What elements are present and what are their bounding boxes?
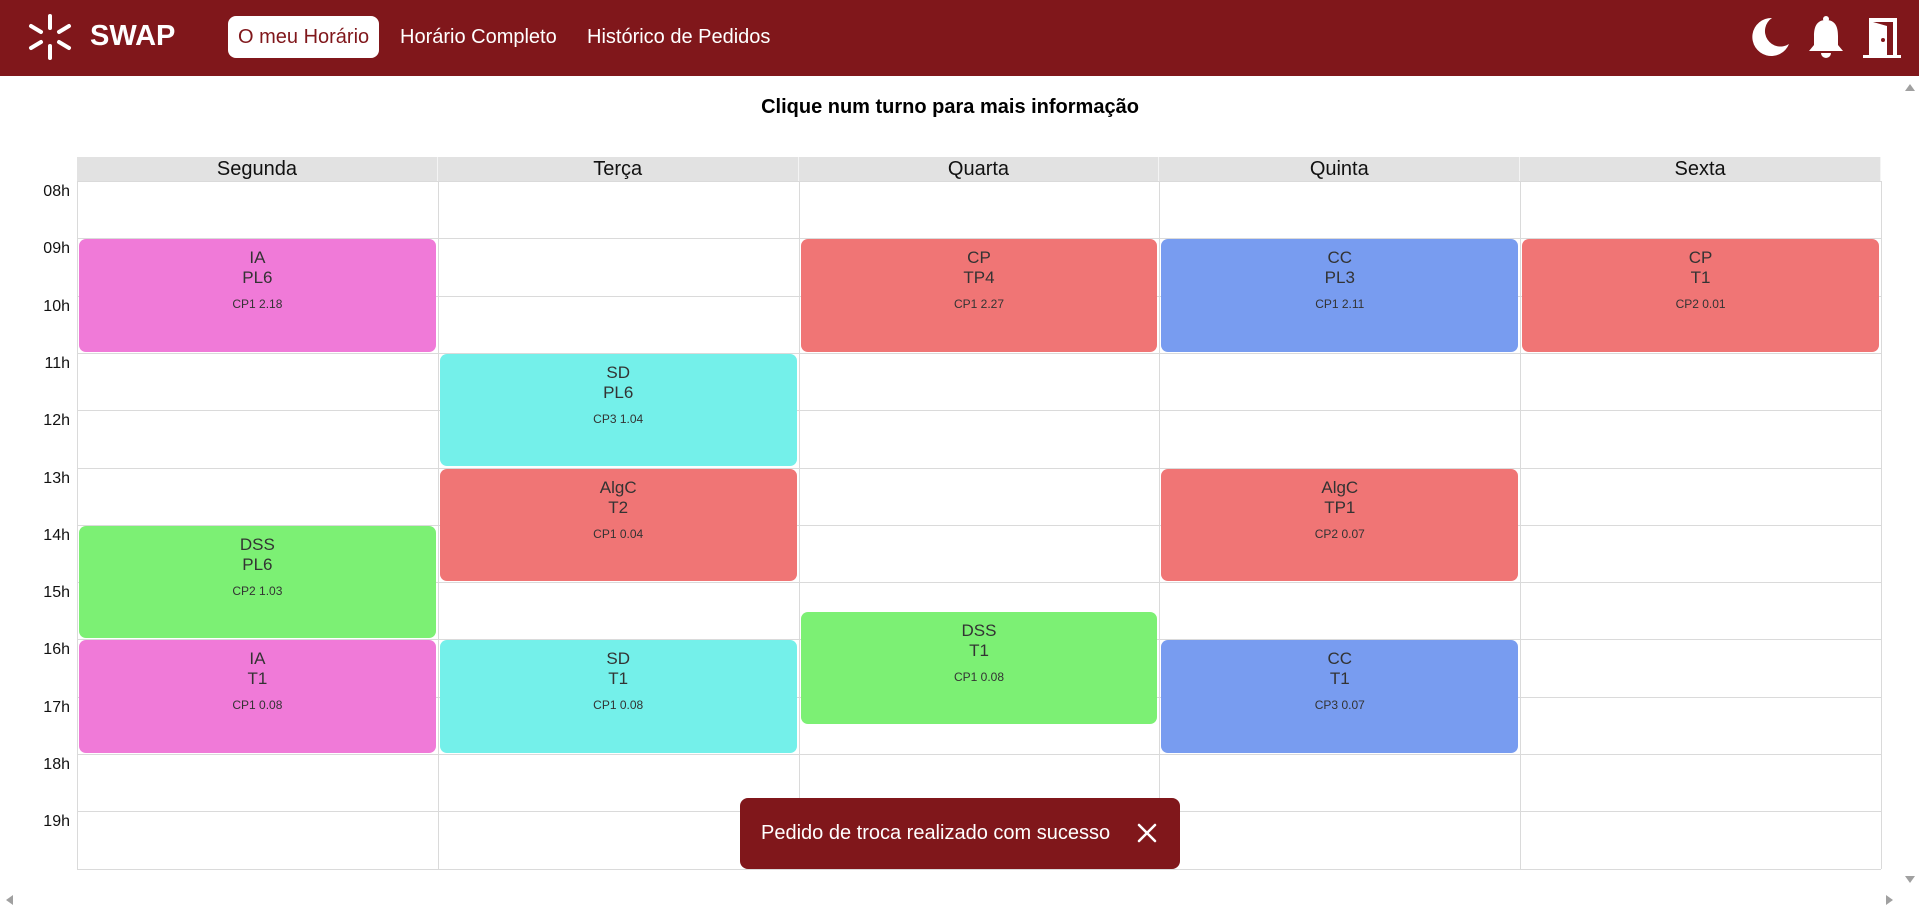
hour-label: 09h <box>43 240 70 258</box>
nav-o-meu-horario[interactable]: O meu Horário <box>228 16 380 58</box>
grid-row-line <box>77 467 1881 469</box>
grid-column-line <box>77 181 78 869</box>
grid-column-line <box>1881 181 1882 869</box>
shift-type: PL6 <box>603 382 634 402</box>
shift-type: T2 <box>608 497 629 517</box>
logo-icon <box>29 14 71 60</box>
shift-type: T1 <box>969 640 989 660</box>
shift-block-dss-pl6[interactable]: DSS PL6 CP2 1.03 <box>79 525 436 639</box>
shift-course: CP <box>967 248 991 268</box>
shift-course: SD <box>606 362 630 382</box>
shift-room: CP2 1.03 <box>232 583 283 598</box>
shift-course: CC <box>1327 649 1353 669</box>
hour-label: 08h <box>43 183 70 200</box>
shift-course: DSS <box>961 620 997 640</box>
shift-room: CP2 0.07 <box>1314 526 1365 541</box>
hour-label: 15h <box>43 584 70 602</box>
shift-block-sd-pl6[interactable]: SD PL6 CP3 1.04 <box>439 353 797 467</box>
shift-type: PL6 <box>242 554 273 574</box>
hour-label: 16h <box>43 641 70 659</box>
grid-row-line <box>77 754 1881 755</box>
scroll-down-arrow-icon[interactable] <box>1904 875 1916 885</box>
shift-type: T1 <box>1690 268 1711 288</box>
shift-room: CP3 0.07 <box>1314 698 1365 713</box>
toast-message: Pedido de troca realizado com sucesso <box>761 822 1111 844</box>
bell-icon[interactable] <box>1803 14 1849 60</box>
shift-type: T1 <box>1329 669 1350 689</box>
top-navbar: SWAP O meu Horário Horário Completo Hist… <box>0 0 1919 76</box>
shift-block-algc-t2[interactable]: AlgC T2 CP1 0.04 <box>439 468 797 582</box>
scroll-right-arrow-icon[interactable] <box>1885 894 1895 906</box>
shift-block-ia-t1[interactable]: IA T1 CP1 0.08 <box>79 640 436 753</box>
grid-row-line <box>77 410 1881 412</box>
shift-room: CP1 2.11 <box>1315 297 1365 312</box>
shift-block-dss-t1[interactable]: DSS T1 CP1 0.08 <box>800 611 1158 725</box>
nav-historico-de-pedidos[interactable]: Histórico de Pedidos <box>577 16 780 58</box>
shift-block-cc-t1[interactable]: CC T1 CP3 0.07 <box>1161 640 1519 753</box>
scroll-up-arrow-icon[interactable] <box>1904 82 1916 92</box>
shift-type: T1 <box>608 669 629 689</box>
grid-column-line <box>437 181 439 869</box>
moon-icon[interactable] <box>1747 14 1793 60</box>
shift-course: IA <box>249 649 266 669</box>
shift-type: PL6 <box>242 268 273 288</box>
day-header-sexta: Sexta <box>1520 157 1881 181</box>
shift-room: CP1 0.08 <box>232 698 283 713</box>
hour-label: 19h <box>43 813 70 831</box>
shift-block-algc-tp1[interactable]: AlgC TP1 CP2 0.07 <box>1161 468 1519 582</box>
grid-column-line <box>1159 181 1161 869</box>
shift-room: CP3 1.04 <box>593 411 644 426</box>
hour-label: 17h <box>43 698 70 716</box>
schedule-grid: Segunda Terça Quarta Quinta Sexta IA PL6 CP1 2.… <box>77 157 1882 870</box>
shift-course: SD <box>606 649 630 669</box>
hour-label: 12h <box>43 412 70 430</box>
shift-type: PL3 <box>1324 268 1355 288</box>
day-header-segunda: Segunda <box>77 157 438 181</box>
shift-type: TP4 <box>963 268 995 288</box>
shift-course: DSS <box>239 534 275 554</box>
nav-horario-completo[interactable]: Horário Completo <box>390 16 567 58</box>
shift-course: CP <box>1688 248 1713 268</box>
hour-label: 13h <box>43 469 70 487</box>
shift-block-ia-pl6[interactable]: IA PL6 CP1 2.18 <box>79 239 436 352</box>
grid-column-line <box>798 181 800 869</box>
shift-course: AlgC <box>599 477 637 497</box>
shift-room: CP1 0.08 <box>953 669 1005 684</box>
shift-type: TP1 <box>1324 497 1356 517</box>
scroll-left-arrow-icon[interactable] <box>4 894 14 906</box>
shift-block-cp-tp4[interactable]: CP TP4 CP1 2.27 <box>800 239 1158 352</box>
shift-room: CP1 0.04 <box>593 526 644 541</box>
shift-type: T1 <box>247 669 268 689</box>
day-header-quinta: Quinta <box>1159 157 1521 181</box>
success-toast: Pedido de troca realizado com sucesso <box>740 798 1180 869</box>
door-exit-icon[interactable] <box>1859 14 1905 60</box>
shift-block-sd-t1[interactable]: SD T1 CP1 0.08 <box>439 640 797 753</box>
grid-row-line <box>77 352 1881 354</box>
shift-room: CP1 2.27 <box>953 297 1005 312</box>
day-header-quarta: Quarta <box>798 157 1160 181</box>
day-header-terça: Terça <box>437 157 799 181</box>
shift-course: AlgC <box>1321 477 1359 497</box>
shift-room: CP2 0.01 <box>1675 297 1726 312</box>
shift-room: CP1 0.08 <box>593 698 644 713</box>
shift-block-cp-t1[interactable]: CP T1 CP2 0.01 <box>1522 239 1879 352</box>
hour-label: 11h <box>44 354 70 372</box>
grid-row-line <box>77 181 1881 182</box>
shift-room: CP1 2.18 <box>232 297 283 312</box>
hour-label: 18h <box>43 756 70 773</box>
page-subtitle: Clique num turno para mais informação <box>761 96 1139 118</box>
brand-title[interactable]: SWAP <box>90 19 175 53</box>
close-icon[interactable] <box>1136 822 1158 844</box>
grid-column-line <box>1520 181 1522 869</box>
shift-course: CC <box>1327 248 1353 268</box>
hour-label: 10h <box>43 297 70 315</box>
hour-label: 14h <box>43 526 70 544</box>
shift-course: IA <box>249 248 266 268</box>
shift-block-cc-pl3[interactable]: CC PL3 CP1 2.11 <box>1161 239 1519 352</box>
